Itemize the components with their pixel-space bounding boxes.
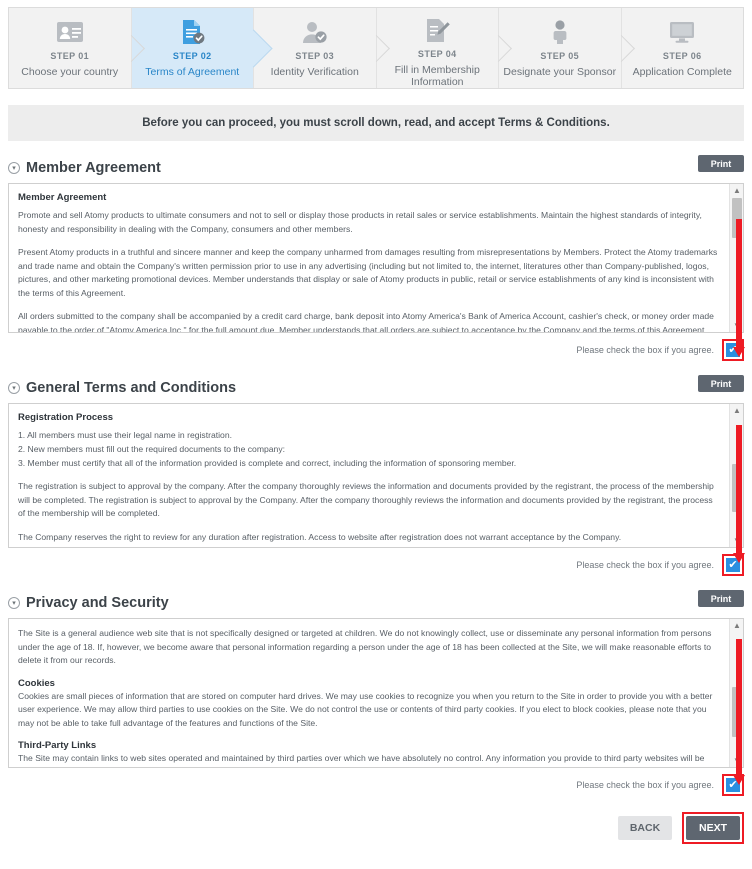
paragraph: The Site may contain links to web sites … xyxy=(18,753,705,767)
step-1-choose-country[interactable]: STEP 01 Choose your country xyxy=(9,8,132,88)
paragraph: The Site is a general audience web site … xyxy=(18,628,712,665)
next-button-highlight: NEXT xyxy=(682,812,744,844)
scroll-up-arrow-icon[interactable]: ▲ xyxy=(730,404,743,417)
agree-checkbox[interactable]: ✔ xyxy=(726,558,740,572)
section-header: ▾ General Terms and Conditions Print xyxy=(8,373,744,403)
step-number: STEP 03 xyxy=(295,51,335,61)
step-number: STEP 02 xyxy=(172,51,212,61)
agree-label: Please check the box if you agree. xyxy=(576,780,714,790)
section-member-agreement: ▾ Member Agreement Print Member Agreemen… xyxy=(8,153,744,361)
paragraph: Promote and sell Atomy products to ultim… xyxy=(18,210,702,234)
paragraph: The registration is subject to approval … xyxy=(18,481,714,518)
person-hand-icon xyxy=(547,17,573,47)
step-label: Fill in Membership Information xyxy=(394,64,480,88)
agree-row: Please check the box if you agree. ✔ xyxy=(8,339,744,361)
step-label: Identity Verification xyxy=(270,66,359,78)
scrollbar-thumb[interactable] xyxy=(732,198,742,238)
step-label: Designate your Sponsor xyxy=(503,66,617,78)
paragraph: The Company reserves the right to review… xyxy=(18,531,622,542)
scrollbar-thumb[interactable] xyxy=(732,464,742,512)
member-agreement-scrollbox[interactable]: Member Agreement Promote and sell Atomy … xyxy=(8,183,744,333)
scrollbar-track[interactable]: ▲ ▼ xyxy=(729,619,743,767)
step-number: STEP 04 xyxy=(417,49,457,59)
scrollbar-track[interactable]: ▲ ▼ xyxy=(729,184,743,332)
section-privacy-security: ▾ Privacy and Security Print The Site is… xyxy=(8,588,744,796)
monitor-icon xyxy=(668,17,696,47)
section-header: ▾ Member Agreement Print xyxy=(8,153,744,183)
chevron-down-icon[interactable]: ▾ xyxy=(8,382,20,394)
scroll-up-arrow-icon[interactable]: ▲ xyxy=(730,619,743,632)
step-number: STEP 05 xyxy=(540,51,580,61)
scrollbar-track[interactable]: ▲ ▼ xyxy=(729,404,743,547)
list-item: 1. All members must use their legal name… xyxy=(18,430,232,440)
section-header: ▾ Privacy and Security Print xyxy=(8,588,744,618)
agree-row: Please check the box if you agree. ✔ xyxy=(8,774,744,796)
agree-checkbox[interactable]: ✔ xyxy=(726,343,740,357)
section-general-terms: ▾ General Terms and Conditions Print Reg… xyxy=(8,373,744,576)
scroll-down-arrow-icon[interactable]: ▼ xyxy=(730,754,743,767)
step-6-application-complete[interactable]: STEP 06 Application Complete xyxy=(621,8,743,88)
scrollbar-thumb[interactable] xyxy=(732,687,742,737)
step-number: STEP 06 xyxy=(662,51,702,61)
progress-stepper: STEP 01 Choose your country STEP 02 Term… xyxy=(8,7,744,89)
footer-actions: BACK NEXT xyxy=(8,812,744,844)
section-title: Member Agreement xyxy=(26,160,161,176)
step-label: Application Complete xyxy=(632,66,732,78)
document-subheading: Cookies xyxy=(18,677,55,689)
document-heading: Registration Process xyxy=(18,412,114,423)
chevron-down-icon[interactable]: ▾ xyxy=(8,162,20,174)
agree-label: Please check the box if you agree. xyxy=(576,560,714,570)
step-number: STEP 01 xyxy=(50,51,90,61)
document-check-icon xyxy=(178,17,206,47)
next-button[interactable]: NEXT xyxy=(686,816,740,840)
print-button[interactable]: Print xyxy=(698,155,744,172)
back-button[interactable]: BACK xyxy=(618,816,672,840)
person-check-icon xyxy=(301,17,329,47)
step-label: Choose your country xyxy=(21,66,119,78)
section-title: General Terms and Conditions xyxy=(26,380,237,396)
agree-checkbox[interactable]: ✔ xyxy=(726,778,740,792)
paragraph: Cookies are small pieces of information … xyxy=(18,690,713,728)
agree-checkbox-highlight: ✔ xyxy=(722,339,744,361)
list-item: 2. New members must fill out the require… xyxy=(18,444,286,454)
scroll-down-arrow-icon[interactable]: ▼ xyxy=(730,319,743,332)
document-subheading: Third-Party Links xyxy=(18,740,97,751)
paragraph: Present Atomy products in a truthful and… xyxy=(18,247,718,298)
scroll-accept-notice: Before you can proceed, you must scroll … xyxy=(8,105,744,141)
list-item: 3. Member must certify that all of the i… xyxy=(18,458,517,468)
step-2-terms-of-agreement[interactable]: STEP 02 Terms of Agreement xyxy=(131,8,254,88)
print-button[interactable]: Print xyxy=(698,375,744,392)
section-title: Privacy and Security xyxy=(26,595,169,611)
step-4-membership-information[interactable]: STEP 04 Fill in Membership Information xyxy=(376,8,499,88)
agree-checkbox-highlight: ✔ xyxy=(722,774,744,796)
document-heading: Member Agreement xyxy=(18,192,107,203)
agree-label: Please check the box if you agree. xyxy=(576,345,714,355)
step-5-designate-sponsor[interactable]: STEP 05 Designate your Sponsor xyxy=(499,8,622,88)
agree-row: Please check the box if you agree. ✔ xyxy=(8,554,744,576)
id-card-icon xyxy=(56,17,84,47)
general-terms-scrollbox[interactable]: Registration Process 1. All members must… xyxy=(8,403,744,548)
agree-checkbox-highlight: ✔ xyxy=(722,554,744,576)
form-pencil-icon xyxy=(423,17,451,45)
paragraph: All orders submitted to the company shal… xyxy=(18,311,714,333)
chevron-down-icon[interactable]: ▾ xyxy=(8,597,20,609)
privacy-security-scrollbox[interactable]: The Site is a general audience web site … xyxy=(8,618,744,768)
scroll-down-arrow-icon[interactable]: ▼ xyxy=(730,534,743,547)
print-button[interactable]: Print xyxy=(698,590,744,607)
scroll-up-arrow-icon[interactable]: ▲ xyxy=(730,184,743,197)
step-label: Terms of Agreement xyxy=(145,66,240,78)
